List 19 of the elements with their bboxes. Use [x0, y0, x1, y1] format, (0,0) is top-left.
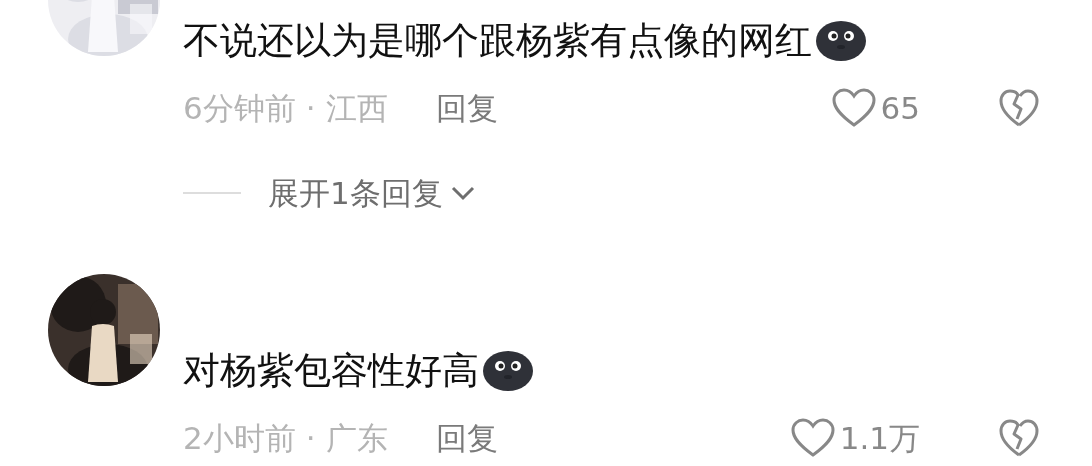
comment-text: 不说还以为是哪个跟杨紫有点像的网红: [183, 18, 812, 64]
emoji-icon: [481, 349, 533, 393]
comment-time: 2小时前: [183, 419, 296, 458]
reply-link[interactable]: 回复: [435, 86, 498, 130]
comment-location: 广东: [325, 419, 388, 458]
comment-location: 江西: [325, 89, 388, 128]
heart-icon[interactable]: [830, 88, 877, 128]
like-count: 1.1万: [839, 419, 920, 458]
comment-time: 6分钟前: [183, 89, 296, 128]
separator-dot: ·: [305, 89, 316, 128]
emoji-icon: [814, 19, 866, 63]
broken-heart-icon[interactable]: [998, 418, 1040, 458]
expand-replies-link[interactable]: 展开1条回复: [268, 168, 443, 218]
broken-heart-icon[interactable]: [998, 88, 1040, 128]
heart-icon[interactable]: [789, 418, 836, 458]
comment-text: 对杨紫包容性好高: [183, 348, 479, 394]
separator-dot: ·: [305, 419, 316, 458]
reply-link[interactable]: 回复: [435, 416, 498, 460]
like-count: 65: [880, 89, 920, 128]
